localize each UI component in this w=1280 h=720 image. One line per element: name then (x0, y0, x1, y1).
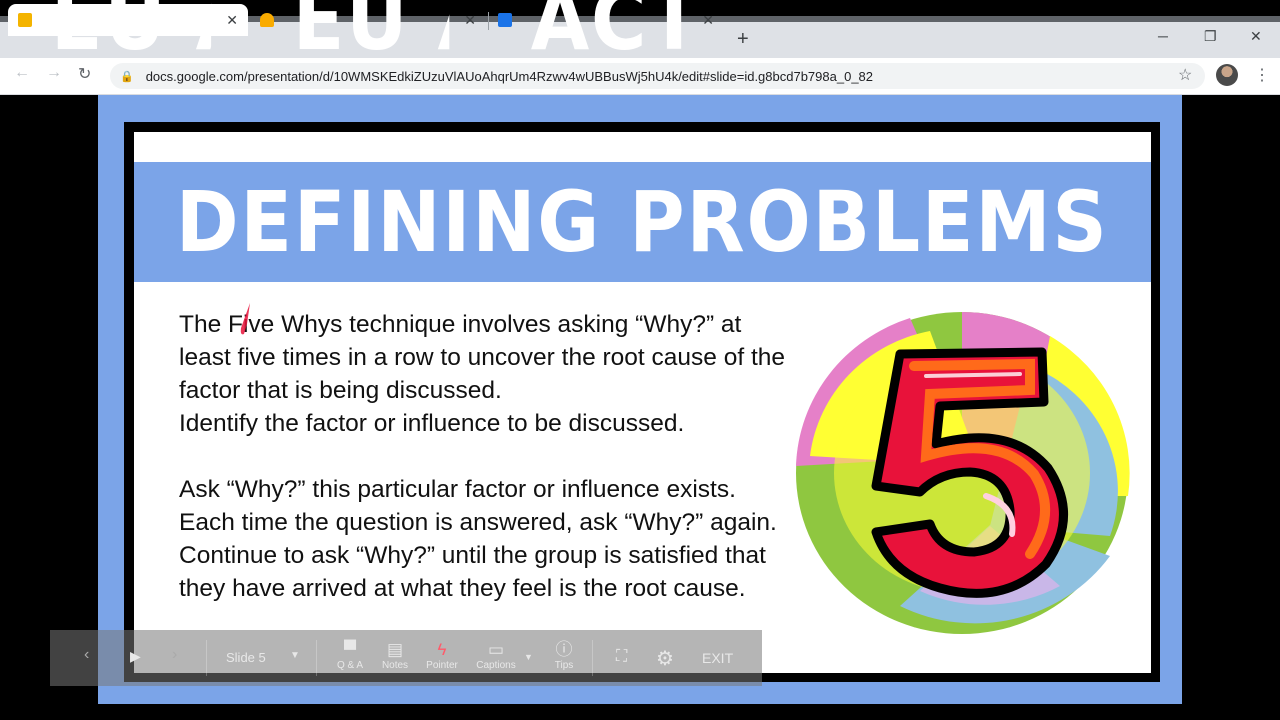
window-close-icon[interactable]: ✕ (1250, 28, 1262, 45)
google-slides-icon (18, 13, 32, 27)
pointer-button[interactable]: ϟ Pointer (424, 640, 460, 671)
fullscreen-icon[interactable]: ⛶ (616, 648, 627, 666)
forward-icon[interactable]: → (46, 64, 62, 82)
gear-icon[interactable]: ⚙ (656, 646, 674, 671)
title-band: DEFINING PROBLEMS (134, 162, 1151, 282)
restore-icon[interactable]: ❐ (1204, 28, 1217, 45)
bookmark-star-icon[interactable]: ☆ (1178, 65, 1192, 85)
address-bar[interactable]: 🔒 docs.google.com/presentation/d/10WMSKE… (110, 63, 1205, 89)
chat-icon: ▀ (343, 640, 357, 659)
captions-label: Captions (476, 660, 516, 671)
laser-pointer-trail (240, 303, 250, 335)
toolbar: ← → ↻ 🔒 docs.google.com/presentation/d/1… (0, 58, 1280, 95)
paragraph-ask-why: Ask “Why?” this particular factor or inf… (179, 476, 777, 536)
notes-button[interactable]: ▤ Notes (378, 640, 412, 671)
notes-icon: ▤ (386, 640, 404, 659)
url-text: docs.google.com/presentation/d/10WMSKEdk… (145, 68, 874, 84)
close-icon[interactable]: ✕ (226, 12, 238, 29)
slide: DEFINING PROBLEMS The Five Whys techniqu… (134, 132, 1151, 673)
slide-title: DEFINING PROBLEMS (176, 173, 1109, 271)
google-classroom-icon (498, 13, 512, 27)
toolbar-separator (206, 640, 207, 676)
paragraph-identify: Identify the factor or influence to be d… (179, 410, 685, 437)
tab-jam-board[interactable]: EU ACT Training Jam Board - Goo ✕ (250, 0, 486, 69)
play-icon[interactable]: ▶ (130, 648, 141, 665)
chevron-down-icon[interactable]: ▼ (290, 650, 300, 661)
presenter-controls: ‹ ▶ › Slide 5 ▼ ▀ Q & A ▤ Notes ϟ Pointe… (50, 630, 762, 686)
tips-label: Tips (554, 660, 574, 671)
qa-button[interactable]: ▀ Q & A (336, 640, 364, 671)
minimize-icon[interactable]: ─ (1158, 28, 1168, 44)
slide-selector[interactable]: Slide 5 (226, 650, 266, 665)
qa-label: Q & A (336, 660, 364, 671)
close-icon[interactable]: ✕ (464, 12, 476, 29)
notes-label: Notes (381, 660, 409, 671)
tab-act-monitoring[interactable]: ACT Monitoring and Evaluation C ✕ (488, 0, 724, 69)
paragraph-five-whys: The Five Whys technique involves asking … (179, 311, 786, 404)
lock-icon: 🔒 (120, 70, 134, 83)
info-icon: ⓘ (555, 640, 573, 659)
profile-avatar[interactable] (1216, 64, 1238, 86)
chevron-down-icon[interactable]: ▼ (524, 652, 533, 662)
captions-button[interactable]: ▭ Captions (474, 640, 518, 671)
exit-button[interactable]: EXIT (702, 650, 733, 666)
captions-icon: ▭ (487, 640, 505, 659)
slide-body: The Five Whys technique involves asking … (179, 308, 789, 605)
five-number-image (792, 308, 1132, 638)
paragraph-continue: Continue to ask “Why?” until the group i… (179, 542, 766, 602)
toolbar-separator (592, 640, 593, 676)
toolbar-separator (316, 640, 317, 676)
pointer-label: Pointer (426, 660, 458, 671)
reload-icon[interactable]: ↻ (78, 64, 91, 84)
jamboard-icon (260, 13, 274, 27)
laser-pointer-icon: ϟ (437, 640, 447, 659)
menu-icon[interactable]: ⋮ (1254, 65, 1270, 85)
close-icon[interactable]: ✕ (702, 12, 714, 29)
tab-eu-act-module[interactable]: EU ACT MODULE 2.0 DEVELOPIN ✕ (8, 0, 248, 69)
tips-button[interactable]: ⓘ Tips (550, 640, 578, 671)
back-icon[interactable]: ← (14, 64, 30, 82)
next-slide-icon[interactable]: › (172, 646, 177, 664)
previous-slide-icon[interactable]: ‹ (84, 646, 89, 664)
new-tab-icon[interactable]: + (737, 28, 749, 51)
